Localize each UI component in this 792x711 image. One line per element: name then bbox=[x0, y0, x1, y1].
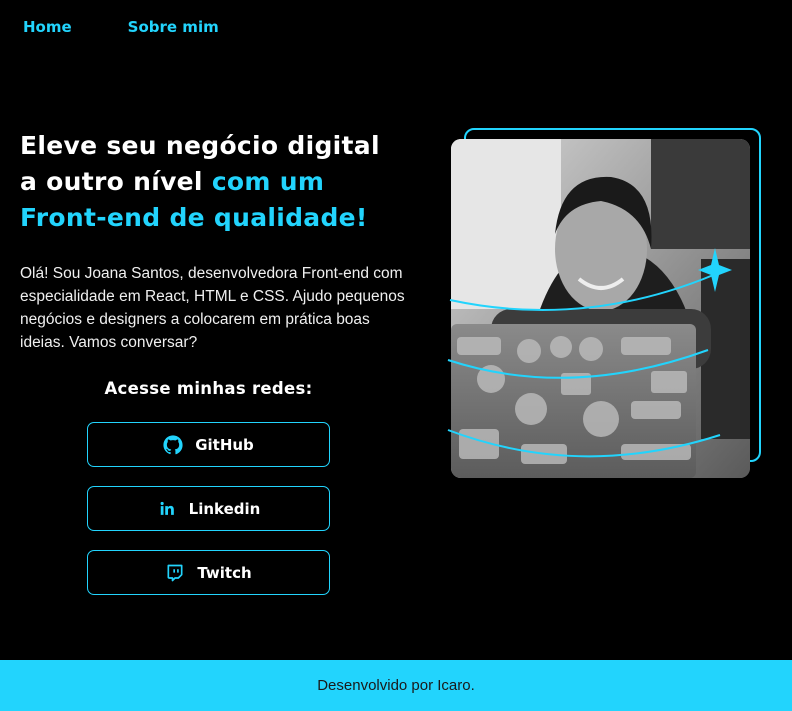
nav-link-home[interactable]: Home bbox=[23, 18, 72, 36]
intro-text: Olá! Sou Joana Santos, desenvolvedora Fr… bbox=[20, 265, 405, 351]
linkedin-icon bbox=[157, 499, 177, 519]
nav-link-sobre-mim[interactable]: Sobre mim bbox=[128, 18, 219, 36]
linkedin-button[interactable]: Linkedin bbox=[87, 486, 330, 531]
github-button-label: GitHub bbox=[195, 435, 254, 454]
github-icon bbox=[163, 434, 183, 455]
footer-text: Desenvolvido por Icaro. bbox=[317, 677, 475, 694]
hero-title-line2-accent: com um bbox=[211, 167, 325, 196]
socials-title: Acesse minhas redes: bbox=[104, 379, 313, 398]
linkedin-button-label: Linkedin bbox=[188, 499, 261, 518]
hero-title-line3-accent: Front-end de qualidade! bbox=[20, 203, 368, 232]
twitch-button[interactable]: Twitch bbox=[87, 550, 330, 595]
twitch-button-label: Twitch bbox=[197, 563, 252, 582]
twitch-icon bbox=[165, 563, 185, 583]
github-button[interactable]: GitHub bbox=[87, 422, 330, 467]
hero-title: Eleve seu negócio digital a outro nível … bbox=[20, 128, 420, 236]
hero-title-line1: Eleve seu negócio digital bbox=[20, 131, 380, 160]
top-nav: Home Sobre mim bbox=[23, 18, 219, 36]
hero-title-line2-plain: a outro nível bbox=[20, 167, 212, 196]
profile-photo bbox=[451, 139, 750, 478]
footer: Desenvolvido por Icaro. bbox=[0, 660, 792, 711]
